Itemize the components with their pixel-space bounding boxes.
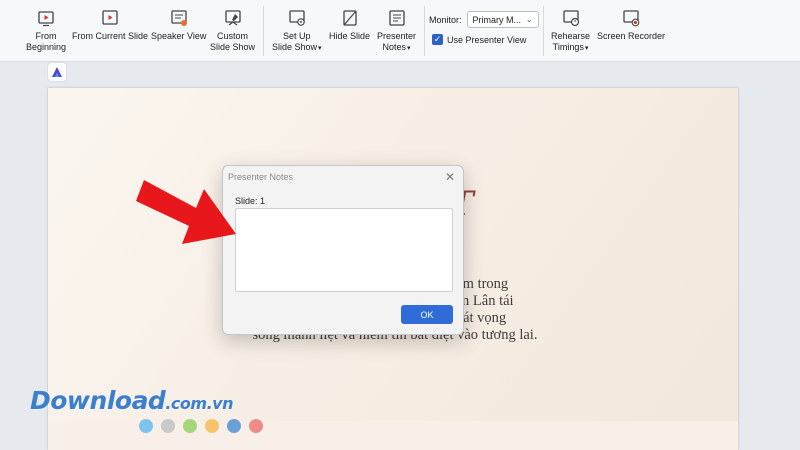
stopwatch-icon (562, 10, 579, 27)
presenter-notes-label: Presenter Notes▾ (377, 31, 417, 52)
chevron-down-icon: ▾ (584, 45, 589, 52)
screen-recorder-label: Screen Recorder (597, 31, 666, 41)
hide-slide-icon (342, 10, 357, 26)
watermark-dot (139, 419, 153, 433)
play-from-start-icon (38, 11, 54, 27)
play-current-icon (102, 10, 118, 25)
watermark-dot (183, 419, 197, 433)
monitor-label: Monitor: (429, 14, 462, 25)
download-watermark-logo: Download.com.vn (30, 386, 233, 415)
custom-slide-show-button[interactable]: Custom Slide Show (210, 8, 255, 53)
setup-show-icon (289, 10, 305, 26)
from-beginning-button[interactable]: From Beginning (26, 8, 66, 53)
monitor-select-value: Primary M... (472, 14, 522, 25)
ribbon-divider (263, 6, 264, 56)
presenter-notes-button[interactable]: Presenter Notes▾ (377, 8, 416, 54)
hide-slide-button[interactable]: Hide Slide (329, 8, 370, 42)
screen-recorder-button[interactable]: Screen Recorder (597, 8, 665, 42)
from-current-slide-label: From Current Slide (72, 31, 149, 41)
notes-icon (388, 10, 405, 26)
screen-recorder-icon (623, 10, 640, 27)
chevron-down-icon: ▾ (407, 45, 411, 52)
from-beginning-label: From Beginning (26, 31, 67, 52)
ok-button[interactable]: OK (401, 305, 453, 324)
custom-show-icon (224, 10, 241, 26)
use-presenter-view-label: Use Presenter View (447, 34, 527, 45)
custom-slide-show-label: Custom Slide Show (210, 31, 256, 52)
monitor-select[interactable]: Primary M... ⌄ (466, 11, 539, 28)
ribbon-divider (543, 6, 544, 56)
presenter-notes-dialog: Presenter Notes ✕ Slide: 1 OK (222, 165, 464, 335)
chevron-down-icon: ▾ (318, 45, 322, 52)
hide-slide-label: Hide Slide (329, 31, 371, 41)
from-current-slide-button[interactable]: From Current Slide (72, 8, 148, 42)
set-up-slide-show-button[interactable]: Set Up Slide Show▾ (272, 8, 322, 54)
monitor-group: Monitor: Primary M... ⌄ (429, 11, 539, 28)
speaker-view-button[interactable]: Speaker View (151, 8, 206, 42)
notes-textarea[interactable] (235, 208, 453, 292)
ribbon-divider (424, 6, 425, 56)
slideshow-ribbon: From Beginning From Current Slide Speake… (0, 0, 800, 62)
chevron-down-icon: ⌄ (525, 15, 533, 24)
dialog-title: Presenter Notes (228, 172, 294, 182)
rehearse-timings-label: Rehearse Timings▾ (551, 31, 591, 52)
set-up-slide-show-label: Set Up Slide Show▾ (272, 31, 322, 52)
close-icon[interactable]: ✕ (445, 170, 455, 184)
use-presenter-view-checkbox[interactable]: ✓ Use Presenter View (432, 34, 526, 45)
watermark-dots (139, 419, 263, 433)
rehearse-timings-button[interactable]: Rehearse Timings▾ (551, 8, 590, 54)
checkmark-icon: ✓ (432, 34, 443, 45)
watermark-dot (205, 419, 219, 433)
speaker-view-label: Speaker View (151, 31, 207, 41)
add-in-icon[interactable] (48, 63, 66, 81)
watermark-dot (249, 419, 263, 433)
slide-number-label: Slide: 1 (235, 196, 266, 206)
add-in-logo-icon (52, 67, 62, 77)
watermark-dot (227, 419, 241, 433)
watermark-dot (161, 419, 175, 433)
speaker-view-icon (171, 10, 187, 26)
